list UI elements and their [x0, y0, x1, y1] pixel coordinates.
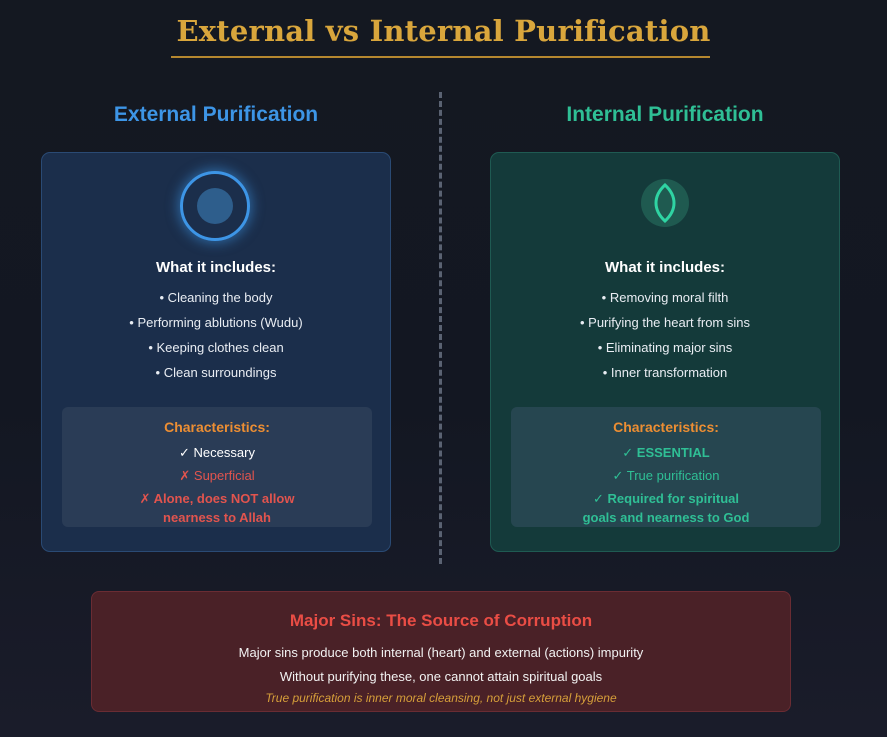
list-item: • Eliminating major sins [597, 340, 733, 355]
leaf-icon [641, 179, 689, 227]
external-includes-list: • Cleaning the body • Performing ablutio… [42, 289, 390, 389]
internal-includes-list: • Removing moral filth • Purifying the h… [491, 289, 839, 389]
list-item: • Cleaning the body [159, 290, 273, 305]
characteristic-line: goals and nearness to God [582, 510, 750, 525]
list-item: • Performing ablutions (Wudu) [129, 315, 303, 330]
circle-ring-icon [180, 171, 250, 241]
characteristic-line: ✓ ESSENTIAL [622, 445, 710, 460]
characteristic-line: ✓ Required for spiritual [593, 491, 739, 506]
internal-includes-label: What it includes: [605, 259, 725, 276]
external-card: What it includes: • Cleaning the body • … [41, 152, 391, 552]
characteristic-line: ✓ True purification [612, 468, 720, 483]
internal-characteristics-box: Characteristics: ✓ ESSENTIAL ✓ True puri… [511, 407, 821, 527]
list-item: • Inner transformation [602, 365, 728, 380]
external-heading: External Purification [113, 103, 319, 126]
external-includes-label: What it includes: [156, 259, 276, 276]
characteristic-line: ✗ Superficial [179, 468, 255, 483]
internal-heading: Internal Purification [566, 103, 764, 126]
major-sins-box: Major Sins: The Source of Corruption Maj… [91, 591, 791, 712]
external-characteristics-box: Characteristics: ✓ Necessary ✗ Superfici… [62, 407, 372, 527]
characteristic-line: ✗ Alone, does NOT allow [139, 491, 295, 506]
characteristic-line: nearness to Allah [163, 510, 271, 525]
column-divider [439, 92, 442, 564]
circle-ring-inner [197, 188, 233, 224]
list-item: • Purifying the heart from sins [579, 315, 750, 330]
page-title: External vs Internal Purification [176, 14, 711, 48]
list-item: • Removing moral filth [601, 290, 729, 305]
major-sins-line: Without purifying these, one cannot atta… [279, 669, 603, 684]
internal-card: What it includes: • Removing moral filth… [490, 152, 840, 552]
external-characteristics-label: Characteristics: [164, 419, 270, 435]
characteristic-line: ✓ Necessary [179, 445, 255, 460]
internal-characteristics-label: Characteristics: [613, 419, 719, 435]
list-item: • Clean surroundings [155, 365, 277, 380]
major-sins-note: True purification is inner moral cleansi… [265, 691, 617, 705]
title-underline [171, 56, 710, 58]
major-sins-line: Major sins produce both internal (heart)… [238, 645, 644, 660]
list-item: • Keeping clothes clean [148, 340, 284, 355]
major-sins-title: Major Sins: The Source of Corruption [289, 611, 593, 630]
